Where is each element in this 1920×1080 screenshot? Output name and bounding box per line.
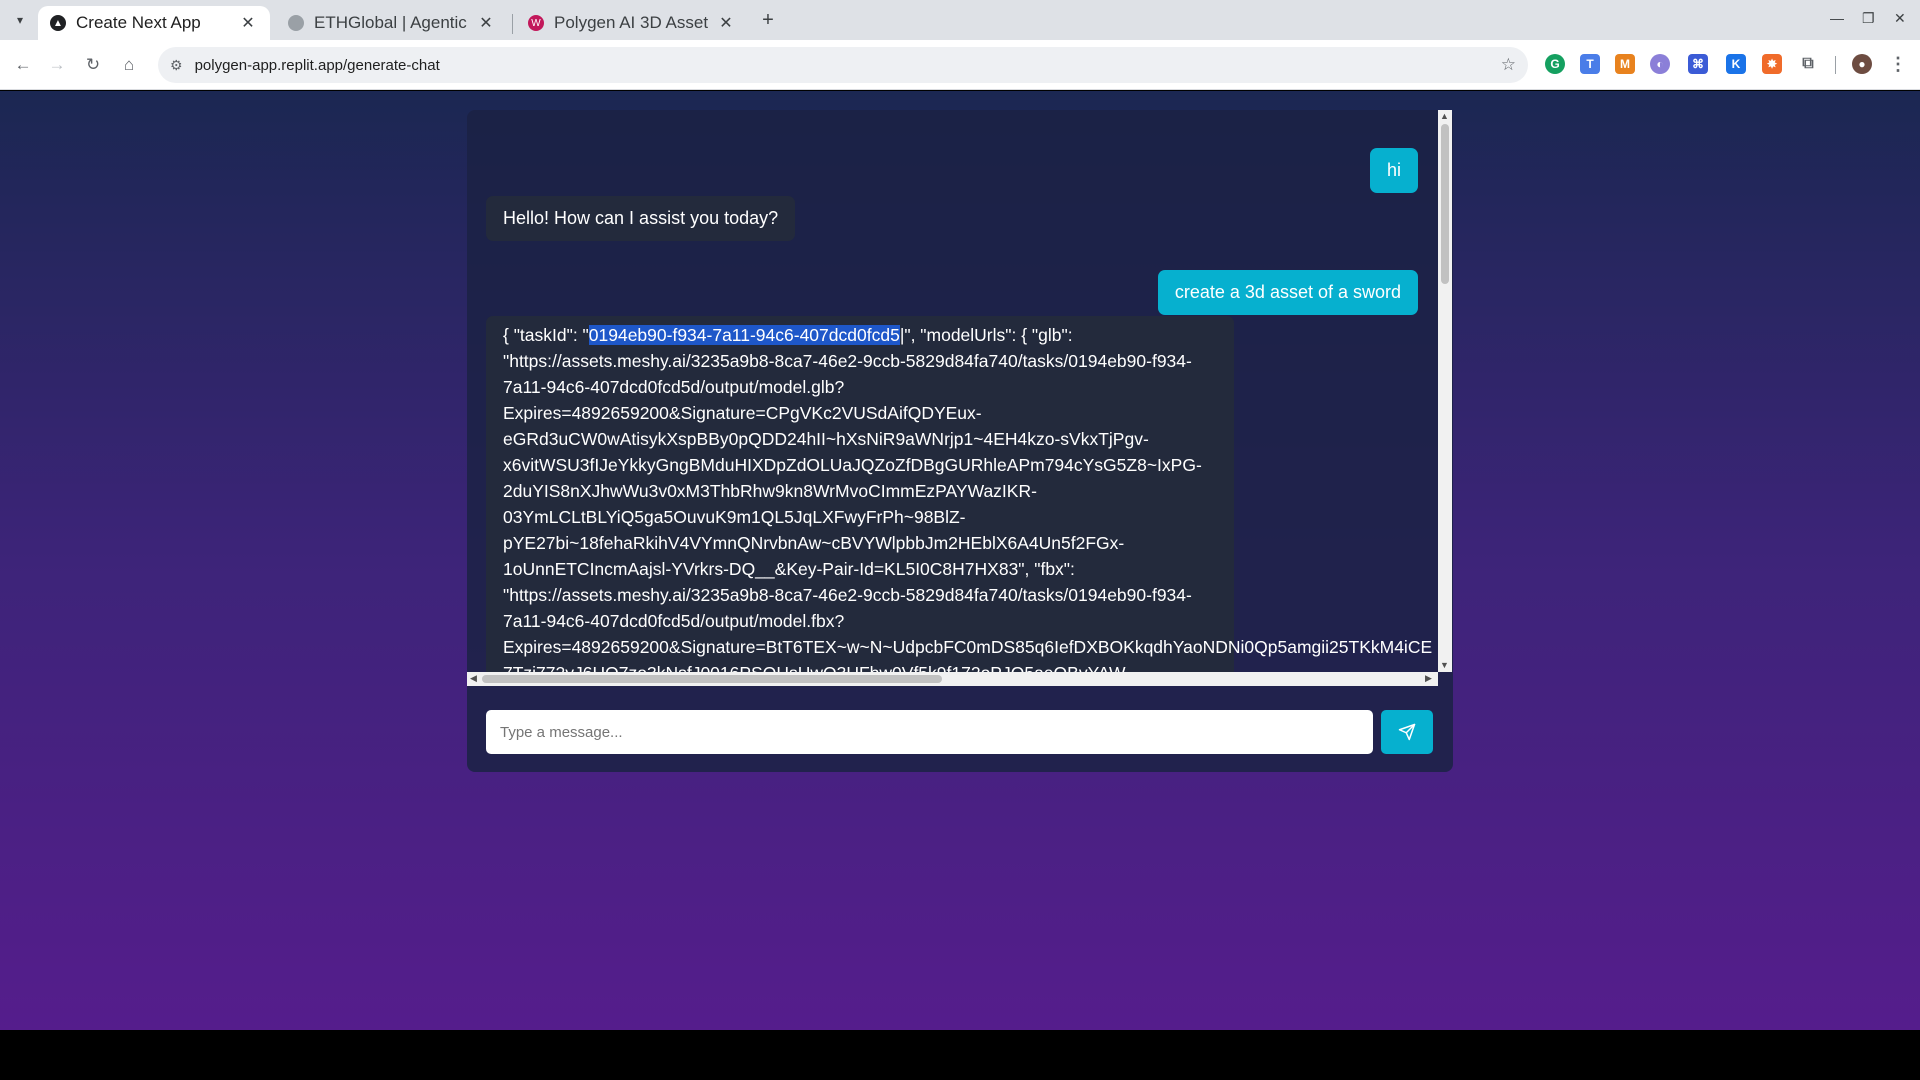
browser-tab-bar: ▾ ▲ Create Next App ✕ ETHGlobal | Agenti… [0,0,1920,40]
json-line: 1oUnnETCIncmAajsl-YVrkrs-DQ__&Key-Pair-I… [503,559,1075,579]
horizontal-scrollbar[interactable]: ◀ ▶ [467,672,1438,686]
json-line: 7a11-94c6-407dcd0fcd5d/output/model.glb? [503,377,845,397]
scroll-right-arrow-icon[interactable]: ▶ [1425,673,1432,684]
translate-extension-icon[interactable]: T [1580,54,1600,74]
url-text: polygen-app.replit.app/generate-chat [194,56,440,74]
menu-kebab-icon[interactable]: ⋮ [1888,54,1908,74]
minimize-icon[interactable]: — [1830,10,1844,26]
polygen-favicon-icon: W [528,15,544,31]
scroll-up-arrow-icon[interactable]: ▲ [1440,111,1449,121]
scroll-down-arrow-icon[interactable]: ▼ [1440,660,1449,670]
tab-title: Create Next App [76,13,201,32]
tab-create-next-app[interactable]: ▲ Create Next App ✕ [38,6,270,40]
json-line: 03YmLCLtBLYiQ5ga5OuvuK9m1QL5JqLXFwyFrPh~… [503,507,966,527]
message-list[interactable]: hi Hello! How can I assist you today? cr… [467,110,1451,672]
metamask-extension-icon[interactable]: M [1615,54,1635,74]
new-tab-plus-icon[interactable]: + [756,8,780,32]
site-info-icon[interactable]: ⚙ [170,57,183,74]
restore-icon[interactable]: ❐ [1862,10,1875,27]
web3-extension-icon[interactable]: ⌘ [1688,54,1708,74]
vertical-scrollbar[interactable]: ▲ ▼ [1438,110,1452,672]
forward-arrow-icon[interactable]: → [44,52,70,78]
close-tab-icon[interactable]: ✕ [476,13,496,33]
tab-divider [512,14,513,34]
spark-extension-icon[interactable]: ✸ [1762,54,1782,74]
reload-icon[interactable]: ↻ [80,52,106,78]
extensions-puzzle-icon[interactable]: ⧉ [1798,54,1818,74]
json-line: { "taskId": "0194eb90-f934-7a11-94c6-407… [503,325,1073,345]
toolbar-divider [1835,56,1836,74]
page-background: hi Hello! How can I assist you today? cr… [0,91,1920,1030]
close-window-icon[interactable]: ✕ [1894,10,1906,27]
json-line: eGRd3uCW0wAtisykXspBBy0pQDD24hII~hXsNiR9… [503,429,1149,449]
selected-task-id: 0194eb90-f934-7a11-94c6-407dcd0fcd5 [588,325,900,345]
json-line: "https://assets.meshy.ai/3235a9b8-8ca7-4… [503,351,1192,371]
browser-toolbar: ← → ↻ ⌂ ⚙ polygen-app.replit.app/generat… [0,40,1920,90]
close-tab-icon[interactable]: ✕ [238,13,258,33]
send-paper-plane-icon [1398,723,1416,741]
tab-search-chevron-icon[interactable]: ▾ [8,8,32,32]
screen-bottom-bar [0,1030,1920,1080]
home-icon[interactable]: ⌂ [116,52,142,78]
horizontal-scroll-thumb[interactable] [482,675,942,683]
json-line: 2duYIS8nXJhwWu3v0xM3ThbRhw9kn8WrMvoCImmE… [503,481,1037,501]
json-line: 7Tzi772yJ6HO7zo3kNsfJ0016PSOHsHwQ3UFhw0V… [503,660,1126,672]
send-button[interactable] [1381,710,1433,754]
json-line: Expires=4892659200&Signature=BtT6TEX~w~N… [503,637,1433,657]
k-extension-icon[interactable]: K [1726,54,1746,74]
wallet-extension-icon[interactable]: ◐ [1650,54,1670,74]
bookmark-star-icon[interactable]: ☆ [1501,55,1516,75]
ethglobal-favicon-icon [288,15,304,31]
tab-title: Polygen AI 3D Asset [554,13,709,32]
assistant-message: Hello! How can I assist you today? [486,196,796,241]
assistant-json-message: { "taskId": "0194eb90-f934-7a11-94c6-407… [486,316,1432,672]
tab-polygen[interactable]: W Polygen AI 3D Asset ✕ [516,6,748,40]
tab-title: ETHGlobal | Agentic [314,13,467,32]
back-arrow-icon[interactable]: ← [10,52,36,78]
nextjs-favicon-icon: ▲ [50,15,66,31]
json-line: "https://assets.meshy.ai/3235a9b8-8ca7-4… [503,585,1192,605]
user-message: create a 3d asset of a sword [1157,270,1418,315]
json-line: 7a11-94c6-407dcd0fcd5d/output/model.fbx? [503,611,845,631]
tab-ethglobal[interactable]: ETHGlobal | Agentic ✕ [276,6,508,40]
json-line: pYE27bi~18fehaRkihV4VYmnQNrvbnAw~cBVYWlp… [503,533,1125,553]
close-tab-icon[interactable]: ✕ [716,13,736,33]
address-bar[interactable]: ⚙ polygen-app.replit.app/generate-chat ☆ [158,47,1528,83]
message-input[interactable] [486,710,1373,754]
vertical-scroll-thumb[interactable] [1441,124,1449,284]
json-line: x6vitWSU3fIJeYkkyGngBMduHIXDpZdOLUaJQZoZ… [503,455,1202,475]
json-line: Expires=4892659200&Signature=CPgVKc2VUSd… [503,403,982,423]
profile-avatar-icon[interactable]: ● [1852,54,1872,74]
chat-container: hi Hello! How can I assist you today? cr… [467,110,1453,772]
scroll-left-arrow-icon[interactable]: ◀ [470,673,477,684]
user-message: hi [1369,148,1418,193]
grammarly-extension-icon[interactable]: G [1545,54,1565,74]
